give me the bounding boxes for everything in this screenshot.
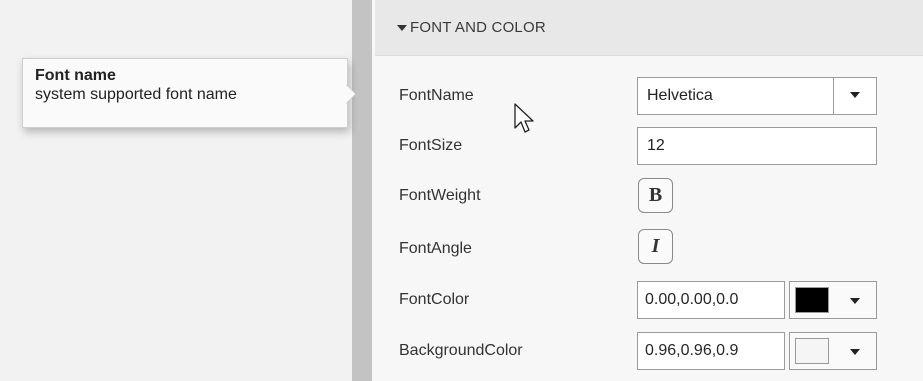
tooltip-title: Font name bbox=[35, 67, 116, 84]
backgroundcolor-picker-button[interactable] bbox=[789, 332, 877, 370]
section-header-font-and-color[interactable]: FONT AND COLOR bbox=[375, 0, 923, 56]
fontsize-value: 12 bbox=[647, 137, 665, 154]
tooltip: Font name system supported font name bbox=[22, 58, 348, 128]
fontcolor-swatch bbox=[795, 287, 829, 313]
tooltip-description: system supported font name bbox=[35, 86, 237, 103]
bold-icon: B bbox=[648, 184, 663, 206]
fontcolor-input[interactable]: 0.00,0.00,0.0 bbox=[637, 281, 785, 319]
mouse-pointer-icon bbox=[514, 103, 534, 133]
tooltip-pointer-fill bbox=[346, 85, 355, 103]
fontsize-label: FontSize bbox=[399, 137, 463, 154]
fontname-label: FontName bbox=[399, 87, 474, 104]
fontweight-label: FontWeight bbox=[399, 187, 481, 204]
bold-toggle-button[interactable]: B bbox=[638, 178, 673, 213]
fontsize-input[interactable]: 12 bbox=[637, 127, 877, 165]
italic-toggle-button[interactable]: I bbox=[638, 229, 673, 264]
fontname-value: Helvetica bbox=[647, 87, 713, 104]
fontname-dropdown[interactable]: Helvetica bbox=[637, 77, 877, 115]
italic-icon: I bbox=[651, 235, 660, 257]
section-title: FONT AND COLOR bbox=[410, 19, 546, 36]
property-inspector: FONT AND COLOR FontName Helvetica FontSi… bbox=[375, 0, 923, 381]
chevron-down-icon[interactable] bbox=[850, 92, 860, 98]
backgroundcolor-value: 0.96,0.96,0.9 bbox=[645, 342, 739, 359]
fontcolor-picker-button[interactable] bbox=[789, 281, 877, 319]
chevron-down-icon[interactable] bbox=[850, 298, 860, 304]
fontcolor-label: FontColor bbox=[399, 291, 470, 308]
caret-down-icon bbox=[397, 25, 407, 31]
fontcolor-value: 0.00,0.00,0.0 bbox=[645, 291, 739, 308]
fontangle-label: FontAngle bbox=[399, 240, 472, 257]
dropdown-divider bbox=[833, 78, 834, 114]
backgroundcolor-label: BackgroundColor bbox=[399, 342, 523, 359]
backgroundcolor-input[interactable]: 0.96,0.96,0.9 bbox=[637, 332, 785, 370]
panel-splitter[interactable] bbox=[352, 0, 372, 381]
chevron-down-icon[interactable] bbox=[850, 349, 860, 355]
backgroundcolor-swatch bbox=[795, 338, 829, 364]
